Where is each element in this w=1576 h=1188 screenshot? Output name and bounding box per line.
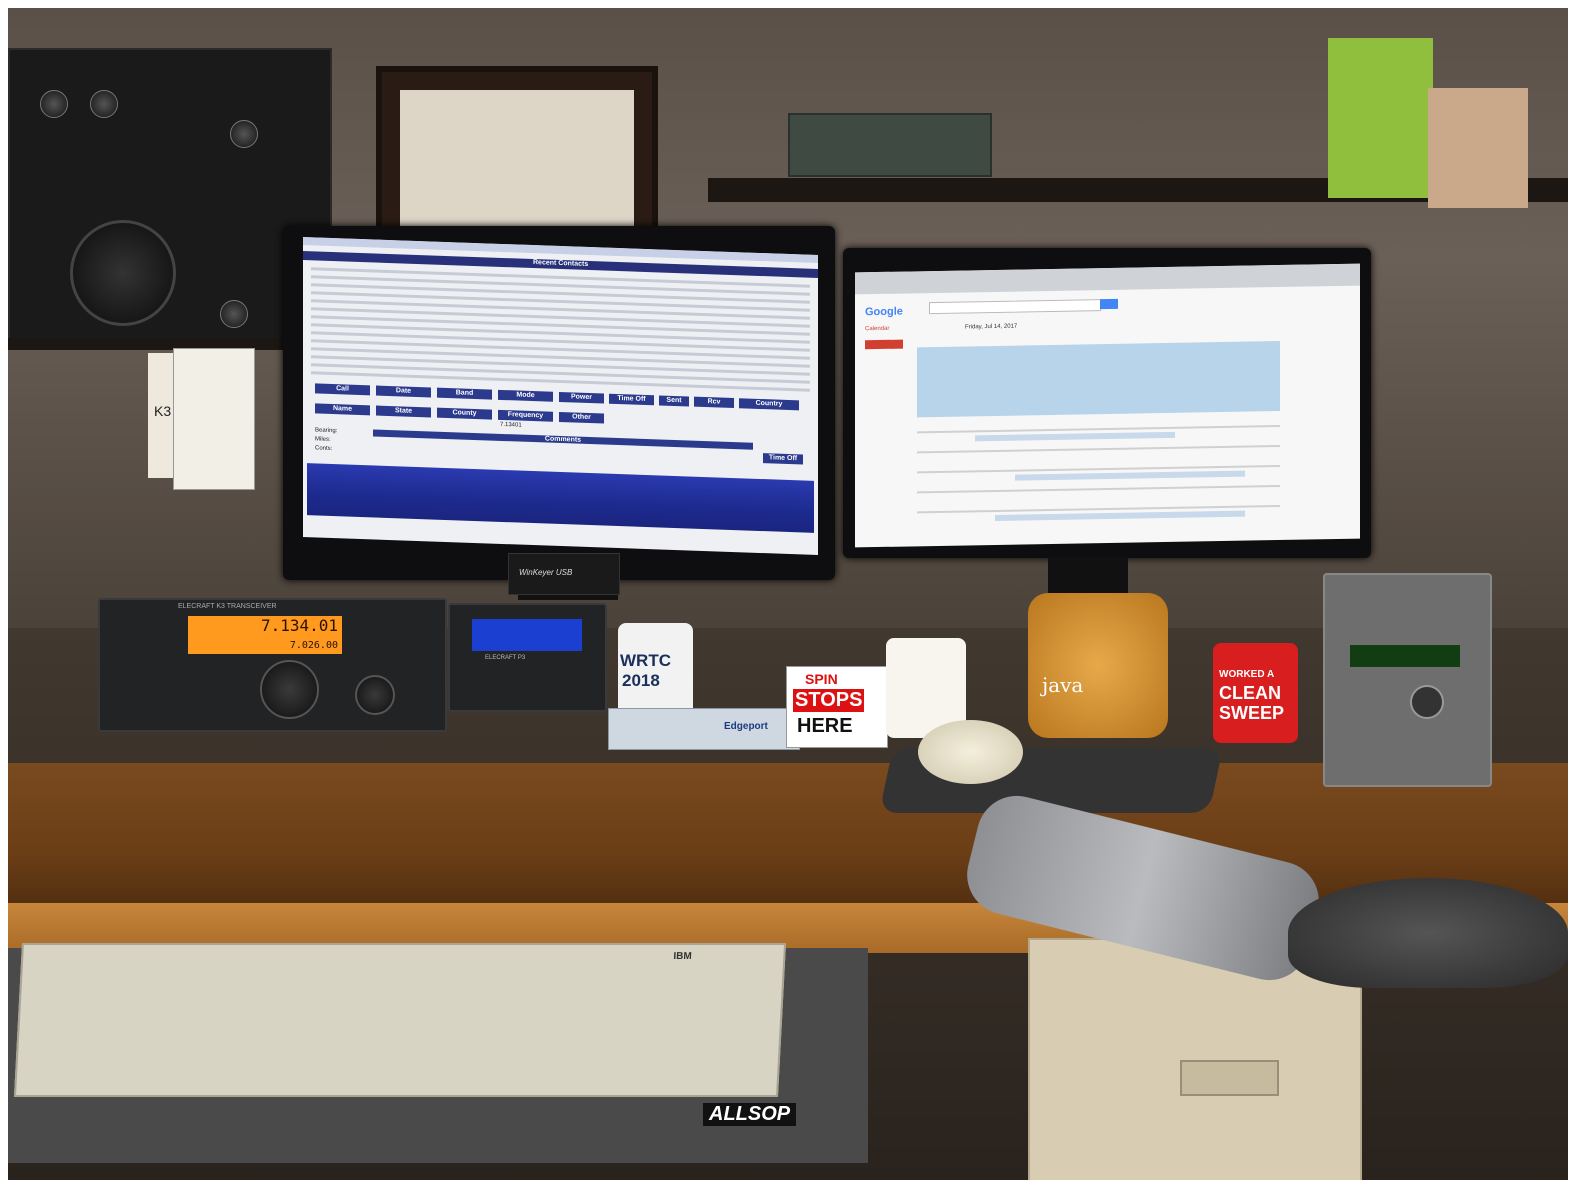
- left-monitor: Recent Contacts Call Date Band Mode Powe…: [283, 226, 835, 580]
- mug-red-line-1: WORKED A: [1219, 669, 1275, 680]
- vfo-dial[interactable]: [260, 660, 319, 719]
- k3-transceiver: ELECRAFT K3 TRANSCEIVER 7.134.01 7.026.0…: [98, 598, 447, 732]
- wall-note-title: K3: [154, 403, 172, 419]
- sticker-line-3: HERE: [797, 715, 853, 737]
- edgeport-box: Edgeport: [608, 708, 800, 750]
- power-field-label[interactable]: Power: [559, 391, 604, 404]
- wrtc-mug: WRTC 2018: [618, 623, 693, 718]
- p3-panadapter: ELECRAFT P3: [448, 603, 607, 712]
- java-jar: java: [1028, 593, 1168, 738]
- comments-bar[interactable]: Comments: [373, 429, 753, 450]
- google-logo: Google: [865, 305, 903, 319]
- country-field-label[interactable]: Country: [739, 398, 799, 411]
- mug-red-line-3: SWEEP: [1219, 703, 1285, 723]
- transceiver-freq2: 7.026.00: [289, 640, 338, 651]
- radio-knob: [230, 120, 258, 148]
- p3-brand: ELECRAFT P3: [485, 655, 526, 661]
- allsop-label: ALLSOP: [703, 1103, 797, 1126]
- rcv-field-label[interactable]: Rcv: [694, 396, 734, 409]
- wrtc-text: WRTC: [620, 651, 671, 670]
- transceiver-lcd: 7.134.01 7.026.00: [188, 616, 342, 654]
- all-day-events: [917, 340, 1280, 418]
- certificate-paper: [400, 90, 634, 229]
- conts-label: Conts:: [315, 445, 333, 453]
- county-field-label[interactable]: County: [437, 407, 492, 420]
- photo-scene: K3 Recent Contacts Call Date Band Mode P…: [8, 8, 1568, 1180]
- search-button[interactable]: [1100, 298, 1118, 310]
- drawer-handle[interactable]: [1180, 1060, 1279, 1096]
- calendar-screen: Google Calendar Friday, Jul 14, 2017: [855, 263, 1360, 548]
- radio-knob: [220, 300, 248, 328]
- recent-contacts-title: Recent Contacts: [533, 259, 589, 268]
- name-field-label[interactable]: Name: [315, 403, 370, 416]
- logger-screen: Recent Contacts Call Date Band Mode Powe…: [303, 237, 818, 555]
- transceiver-freq: 7.134.01: [260, 616, 338, 635]
- calendar-date-heading: Friday, Jul 14, 2017: [965, 323, 1018, 331]
- ibm-keyboard[interactable]: IBM: [13, 943, 787, 1097]
- call-field-label[interactable]: Call: [315, 383, 370, 396]
- framed-certificate: [376, 66, 658, 253]
- other-field-label[interactable]: Other: [559, 411, 604, 424]
- calendar-event[interactable]: [1015, 470, 1245, 481]
- cardboard-box: [1428, 88, 1528, 208]
- office-chair: [1288, 878, 1568, 988]
- green-box: [1328, 38, 1433, 198]
- sticker-line-2: STOPS: [793, 689, 865, 712]
- winkeyer: WinKeyer USB: [508, 553, 620, 595]
- miles-label: Miles:: [315, 436, 331, 443]
- meter-knob[interactable]: [1410, 685, 1444, 719]
- state-field-label[interactable]: State: [376, 405, 431, 418]
- spin-stops-here-sign: SPIN STOPS HERE: [786, 666, 888, 748]
- frequency-chart: [173, 348, 255, 490]
- browser-tabs: [855, 263, 1360, 295]
- mode-field-label[interactable]: Mode: [498, 389, 553, 402]
- time-off-field-label[interactable]: Time Off: [609, 393, 654, 406]
- calendar-event[interactable]: [995, 510, 1245, 521]
- ibm-logo: IBM: [673, 951, 692, 962]
- radio-knob: [40, 90, 68, 118]
- panadapter-display: [472, 619, 582, 651]
- mug-red-line-2: CLEAN: [1219, 683, 1281, 703]
- bearing-label: Bearing:: [315, 427, 338, 435]
- edgeport-label: Edgeport: [724, 721, 768, 732]
- band-waterfall: [307, 463, 814, 533]
- time-off-button[interactable]: Time Off: [763, 453, 803, 465]
- radio-knob: [90, 90, 118, 118]
- vfo-b-dial[interactable]: [355, 675, 395, 715]
- antenna-tuner: [788, 113, 992, 177]
- winkeyer-label: WinKeyer USB: [519, 568, 573, 577]
- frequency-field-label[interactable]: Frequency: [498, 409, 553, 422]
- frequency-dial: [70, 220, 176, 326]
- create-button[interactable]: [865, 339, 903, 350]
- right-monitor: Google Calendar Friday, Jul 14, 2017: [843, 248, 1371, 558]
- wrtc-year: 2018: [622, 671, 660, 690]
- frequency-value: 7.13401: [500, 421, 522, 429]
- left-shelf: [8, 338, 308, 350]
- sticker-line-1: SPIN: [805, 671, 838, 687]
- trackball-mouse[interactable]: [918, 720, 1023, 784]
- clean-sweep-mug: WORKED A CLEAN SWEEP: [1213, 643, 1298, 743]
- sent-field-label[interactable]: Sent: [659, 395, 689, 407]
- transceiver-brand: ELECRAFT K3 TRANSCEIVER: [178, 603, 277, 610]
- calendar-label: Calendar: [865, 325, 890, 333]
- calendar-search-input[interactable]: [929, 299, 1101, 315]
- java-label: java: [1042, 673, 1084, 697]
- calendar-event[interactable]: [975, 431, 1175, 442]
- band-field-label[interactable]: Band: [437, 387, 492, 400]
- power-meter-display: [1350, 645, 1460, 667]
- power-meter: [1323, 573, 1492, 787]
- date-field-label[interactable]: Date: [376, 385, 431, 398]
